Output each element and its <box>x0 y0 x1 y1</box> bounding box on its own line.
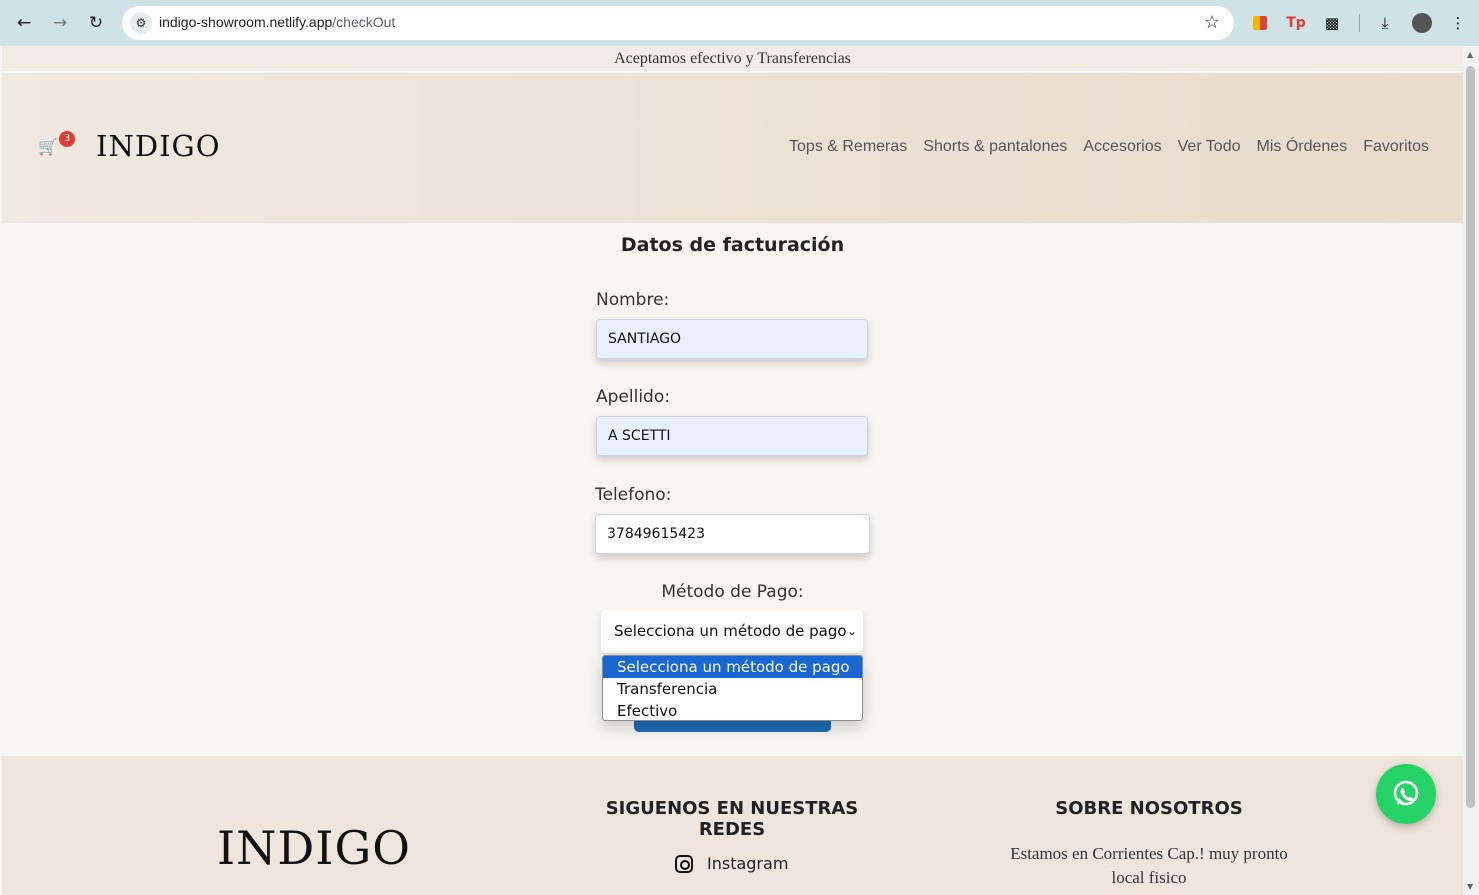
payment-option-default[interactable]: Selecciona un método de pago <box>603 656 862 678</box>
about-text: Estamos en Corrientes Cap.! muy pronto l… <box>1010 844 1288 887</box>
back-arrow-icon[interactable]: ← <box>11 10 37 36</box>
nav-tops[interactable]: Tops & Remeras <box>789 138 907 156</box>
payment-method-select[interactable]: Selecciona un método de pago ⌄ <box>601 610 863 653</box>
brand-logo[interactable]: INDIGO <box>96 129 220 163</box>
site-header: 🛒 3 INDIGO Tops & Remeras Shorts & panta… <box>2 73 1463 223</box>
nombre-input[interactable] <box>596 319 868 359</box>
scrollbar-thumb[interactable] <box>1466 66 1475 808</box>
form-title: Datos de facturación <box>620 234 845 256</box>
tp-extension-icon[interactable]: Tp <box>1284 11 1308 35</box>
puzzle-extensions-icon[interactable]: ▩ <box>1320 11 1344 35</box>
address-bar[interactable]: ⚙ indigo-showroom.netlify.app/checkOut ☆ <box>122 6 1234 40</box>
apellido-input[interactable] <box>596 416 868 456</box>
instagram-label: Instagram <box>707 854 789 873</box>
color-extension-icon[interactable] <box>1248 11 1272 35</box>
profile-avatar[interactable] <box>1410 11 1434 35</box>
scroll-up-icon[interactable]: ▲ <box>1467 50 1473 59</box>
instagram-link[interactable]: Instagram <box>675 854 788 873</box>
payment-options-dropdown: Selecciona un método de pago Transferenc… <box>602 655 863 721</box>
chevron-down-icon: ⌄ <box>846 624 857 638</box>
payment-option-efectivo[interactable]: Efectivo <box>603 700 862 720</box>
bookmark-star-icon[interactable]: ☆ <box>1204 12 1220 33</box>
browser-toolbar: ← → ↻ ⚙ indigo-showroom.netlify.app/chec… <box>0 0 1479 46</box>
whatsapp-icon <box>1393 780 1419 806</box>
forward-arrow-icon[interactable]: → <box>47 10 73 36</box>
instagram-icon <box>675 854 693 873</box>
apellido-label: Apellido: <box>596 387 670 407</box>
nav-mis-ordenes[interactable]: Mis Órdenes <box>1257 138 1348 156</box>
nav-shorts[interactable]: Shorts & pantalones <box>923 138 1067 156</box>
telefono-label: Telefono: <box>595 485 672 505</box>
cart-count-badge: 3 <box>59 131 75 147</box>
url-text[interactable]: indigo-showroom.netlify.app/checkOut <box>159 14 395 30</box>
scroll-down-icon[interactable]: ▼ <box>1467 882 1473 891</box>
nav-accesorios[interactable]: Accesorios <box>1083 138 1161 156</box>
about-heading: SOBRE NOSOTROS <box>1055 798 1243 819</box>
cart-icon[interactable]: 🛒 <box>38 137 58 156</box>
nombre-label: Nombre: <box>596 290 670 310</box>
main-nav: Tops & Remeras Shorts & pantalones Acces… <box>789 138 1429 156</box>
toolbar-divider <box>1359 14 1360 32</box>
page-content: Aceptamos efectivo y Transferencias 🛒 3 … <box>2 46 1463 895</box>
payment-method-label: Método de Pago: <box>661 582 804 602</box>
site-settings-icon[interactable]: ⚙ <box>130 12 152 34</box>
reload-icon[interactable]: ↻ <box>83 10 109 36</box>
browser-menu-icon[interactable]: ⋮ <box>1446 11 1470 35</box>
announcement-bar: Aceptamos efectivo y Transferencias <box>2 46 1463 72</box>
nav-ver-todo[interactable]: Ver Todo <box>1178 138 1241 156</box>
site-footer: INDIGO SIGUENOS EN NUESTRAS REDES Instag… <box>2 756 1463 895</box>
nav-favoritos[interactable]: Favoritos <box>1363 138 1429 156</box>
telefono-input[interactable] <box>595 514 870 554</box>
page-scrollbar[interactable]: ▲ ▼ <box>1463 46 1479 895</box>
whatsapp-button[interactable] <box>1376 764 1436 824</box>
url-path: /checkOut <box>332 14 396 30</box>
url-host: indigo-showroom.netlify.app <box>159 14 333 30</box>
download-icon[interactable]: ⤓ <box>1373 11 1397 35</box>
payment-option-transferencia[interactable]: Transferencia <box>603 678 862 700</box>
social-heading: SIGUENOS EN NUESTRAS REDES <box>605 798 859 840</box>
footer-brand-logo: INDIGO <box>217 821 411 875</box>
payment-selected-value: Selecciona un método de pago <box>614 622 847 640</box>
